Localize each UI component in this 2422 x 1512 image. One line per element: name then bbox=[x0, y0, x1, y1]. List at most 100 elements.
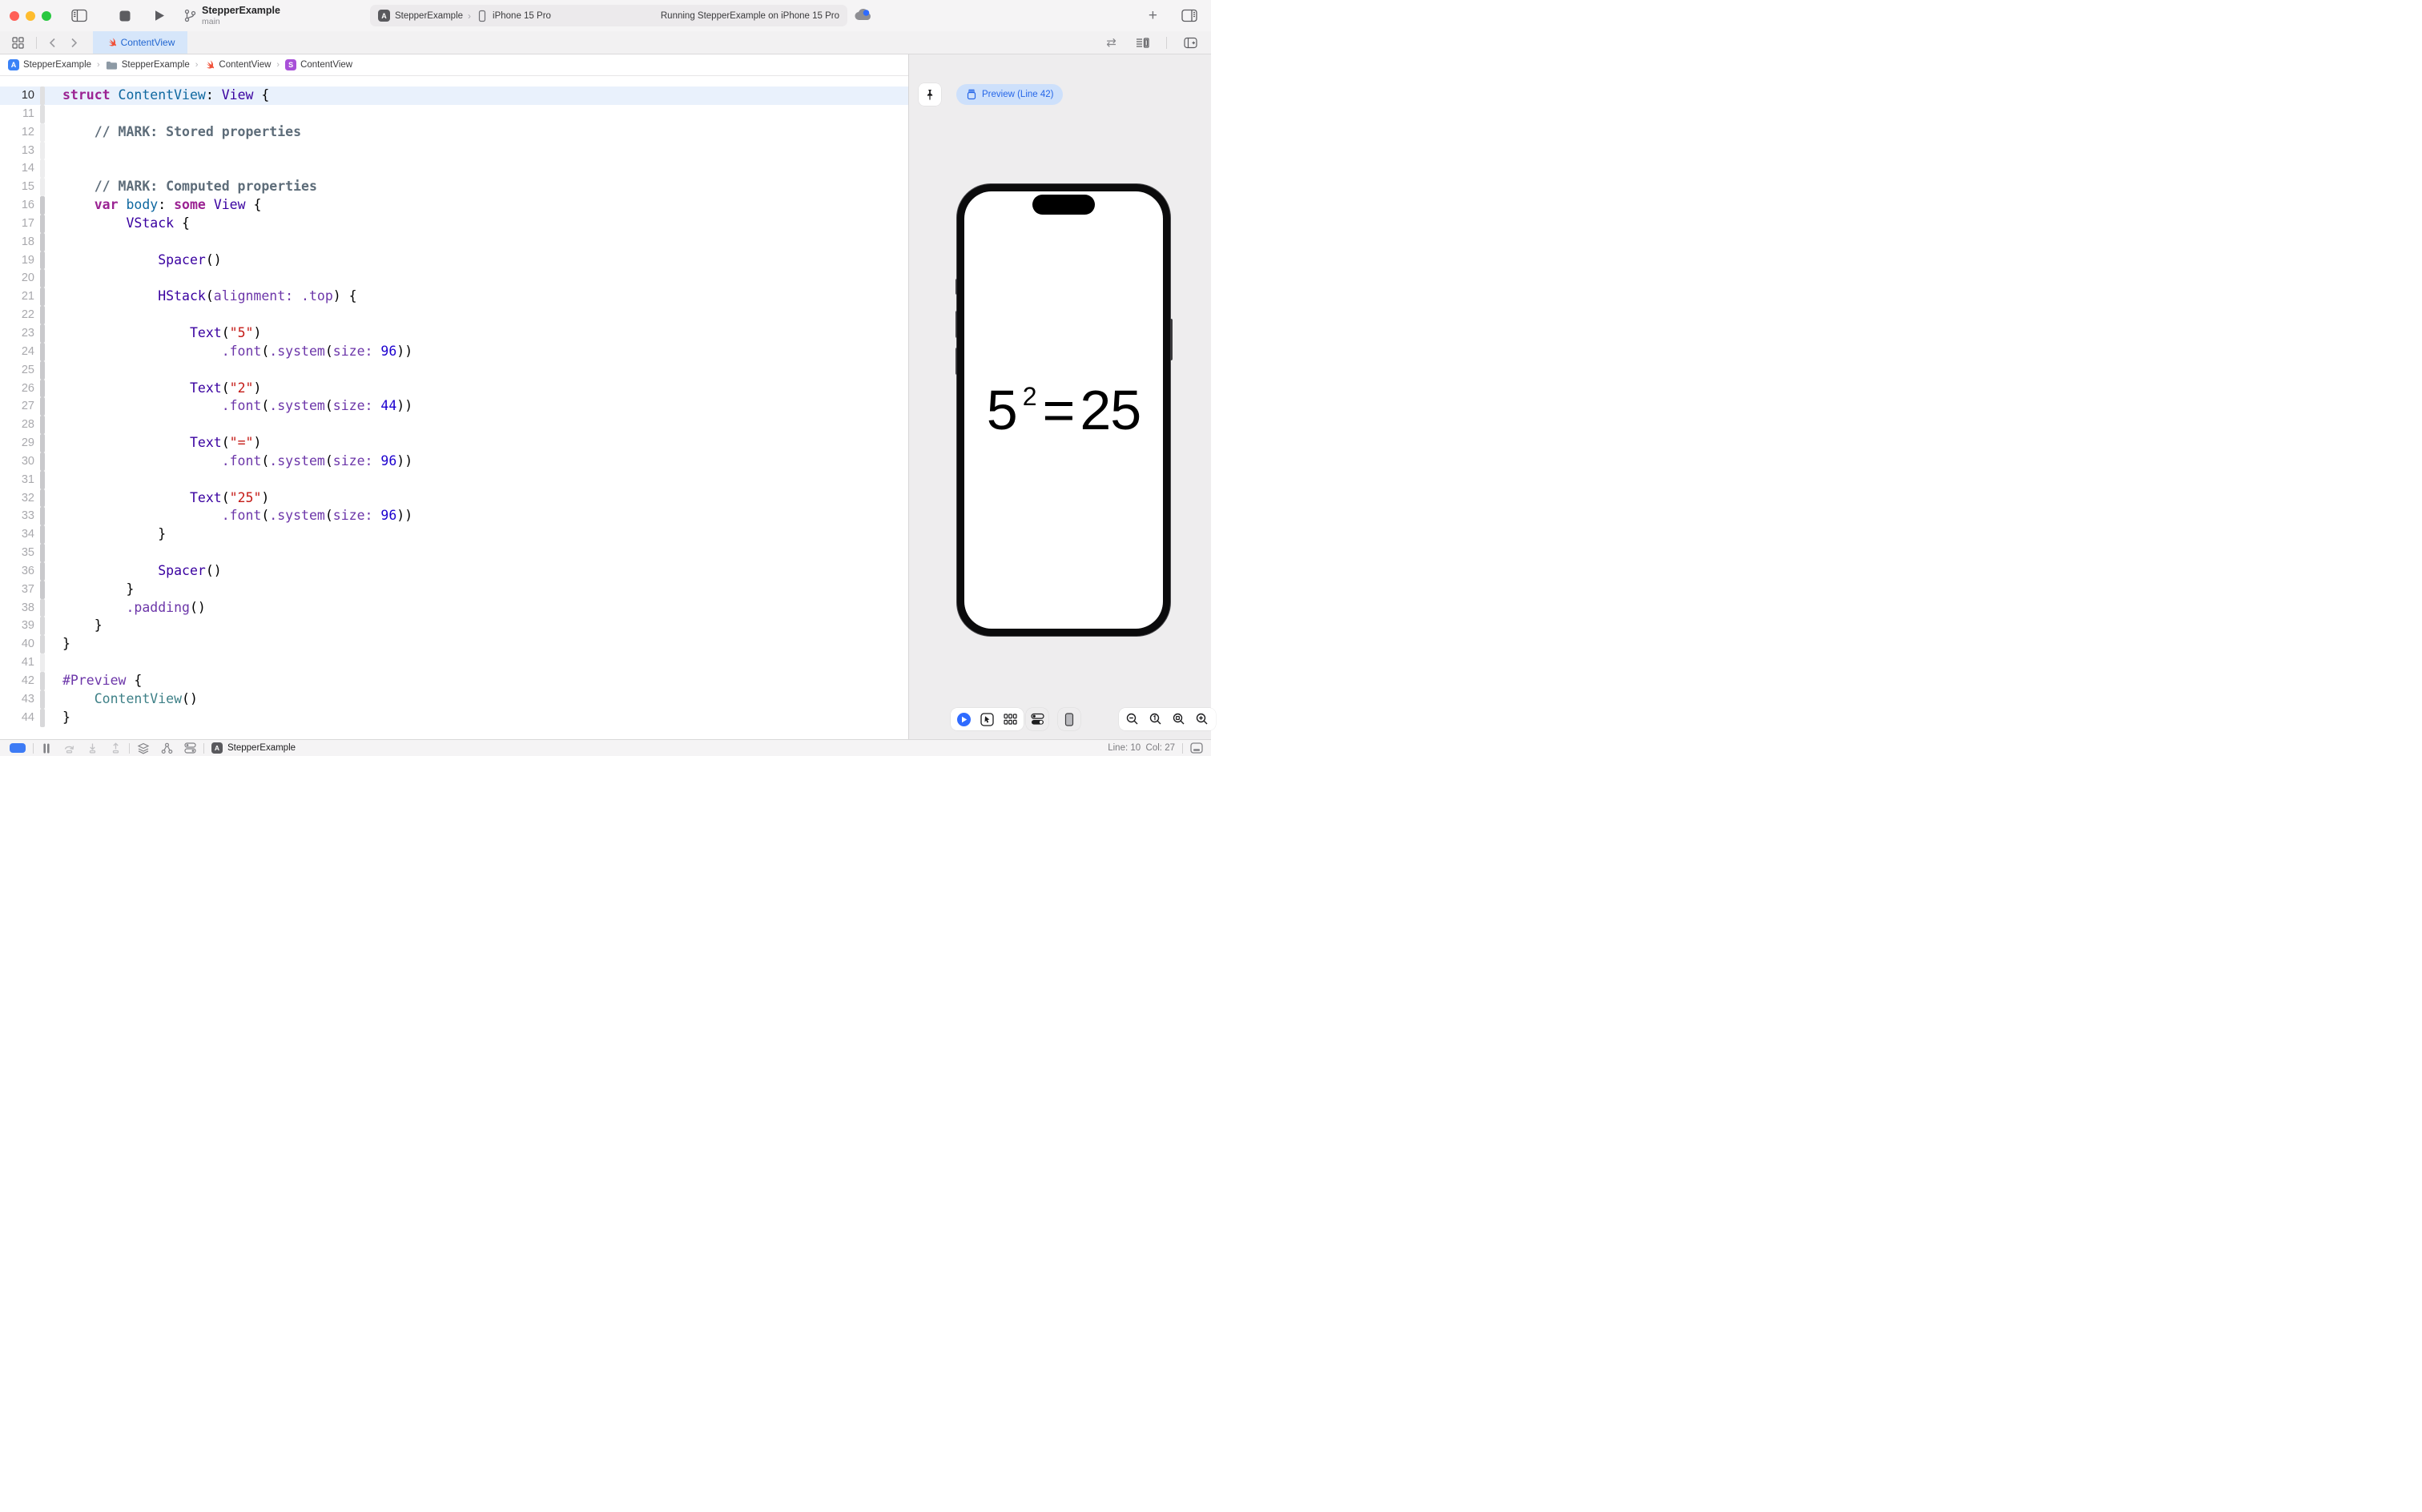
go-back-button[interactable] bbox=[43, 32, 62, 53]
line-number[interactable]: 35 bbox=[0, 544, 40, 562]
line-number[interactable]: 38 bbox=[0, 599, 40, 617]
iphone-preview-device[interactable]: 5 2 = 25 bbox=[955, 184, 1173, 636]
line-number[interactable]: 29 bbox=[0, 434, 40, 452]
step-into-button[interactable] bbox=[86, 742, 99, 754]
jump-bar[interactable]: A StepperExample › StepperExample › Cont… bbox=[0, 54, 908, 76]
code-line[interactable]: 37 } bbox=[0, 580, 908, 599]
code-line[interactable]: 30 .font(.system(size: 96)) bbox=[0, 452, 908, 471]
view-hierarchy-button[interactable] bbox=[137, 742, 150, 754]
code-line[interactable]: 19 Spacer() bbox=[0, 251, 908, 270]
line-number[interactable]: 17 bbox=[0, 215, 40, 233]
editor-layout-button[interactable] bbox=[1190, 742, 1203, 754]
line-number[interactable]: 22 bbox=[0, 306, 40, 324]
add-editor-button[interactable] bbox=[1178, 32, 1203, 53]
code-line[interactable]: 22 bbox=[0, 306, 908, 324]
zoom-fit-button[interactable] bbox=[1173, 713, 1185, 726]
line-number[interactable]: 12 bbox=[0, 123, 40, 142]
line-number[interactable]: 40 bbox=[0, 635, 40, 653]
inspector-toggle-button[interactable] bbox=[1176, 5, 1203, 26]
code-line[interactable]: 11 bbox=[0, 104, 908, 123]
line-number[interactable]: 27 bbox=[0, 397, 40, 416]
preview-line-button[interactable]: Preview (Line 42) bbox=[956, 84, 1064, 105]
zoom-100-button[interactable] bbox=[1149, 713, 1162, 726]
code-line[interactable]: 17 VStack { bbox=[0, 214, 908, 233]
line-number[interactable]: 30 bbox=[0, 452, 40, 471]
code-line[interactable]: 35 bbox=[0, 544, 908, 562]
add-button[interactable]: + bbox=[1143, 5, 1163, 26]
scheme-area[interactable]: StepperExample main bbox=[183, 5, 280, 26]
live-preview-button[interactable] bbox=[957, 712, 971, 726]
code-line[interactable]: 10 struct ContentView: View { bbox=[0, 86, 908, 105]
code-line[interactable]: 44} bbox=[0, 708, 908, 727]
go-forward-button[interactable] bbox=[65, 32, 83, 53]
code-line[interactable]: 36 Spacer() bbox=[0, 561, 908, 581]
breadcrumb-item-file[interactable]: ContentView bbox=[219, 60, 271, 70]
line-number[interactable]: 23 bbox=[0, 324, 40, 343]
editor-options-button[interactable] bbox=[1130, 32, 1155, 53]
line-number[interactable]: 39 bbox=[0, 617, 40, 635]
environment-overrides-button[interactable] bbox=[184, 742, 196, 754]
device-settings-button[interactable] bbox=[1026, 708, 1048, 730]
code-line[interactable]: 42 #Preview { bbox=[0, 672, 908, 690]
line-number[interactable]: 21 bbox=[0, 288, 40, 306]
navigator-toggle-button[interactable] bbox=[66, 6, 93, 26]
line-number[interactable]: 16 bbox=[0, 196, 40, 215]
line-number[interactable]: 19 bbox=[0, 251, 40, 270]
code-line[interactable]: 23 Text("5") bbox=[0, 324, 908, 343]
code-line[interactable]: 24 .font(.system(size: 96)) bbox=[0, 342, 908, 361]
code-line[interactable]: 16 var body: some View { bbox=[0, 196, 908, 215]
source-editor[interactable]: 10 struct ContentView: View {11 12 // MARK… bbox=[0, 76, 908, 739]
code-line[interactable]: 34 } bbox=[0, 525, 908, 545]
breadcrumb-item-symbol[interactable]: ContentView bbox=[300, 60, 352, 70]
code-line[interactable]: 26 Text("2") bbox=[0, 379, 908, 398]
code-line[interactable]: 15 // MARK: Computed properties bbox=[0, 178, 908, 197]
code-line[interactable]: 28 bbox=[0, 416, 908, 435]
breadcrumb-item-project[interactable]: StepperExample bbox=[23, 60, 91, 70]
line-number[interactable]: 32 bbox=[0, 489, 40, 508]
line-number[interactable]: 41 bbox=[0, 653, 40, 672]
line-number[interactable]: 14 bbox=[0, 159, 40, 178]
code-line[interactable]: 29 Text("=") bbox=[0, 434, 908, 452]
line-number[interactable]: 18 bbox=[0, 233, 40, 251]
code-line[interactable]: 13 bbox=[0, 141, 908, 160]
code-line[interactable]: 14 bbox=[0, 159, 908, 179]
code-line[interactable]: 31 bbox=[0, 470, 908, 489]
minimize-window-button[interactable] bbox=[26, 10, 35, 21]
line-number[interactable]: 42 bbox=[0, 672, 40, 690]
zoom-out-button[interactable] bbox=[1126, 713, 1139, 726]
activity-status-bar[interactable]: A StepperExample › iPhone 15 Pro Running… bbox=[370, 5, 847, 26]
code-line[interactable]: 27 .font(.system(size: 44)) bbox=[0, 397, 908, 416]
step-out-button[interactable] bbox=[110, 742, 122, 754]
line-number[interactable]: 44 bbox=[0, 709, 40, 727]
line-number[interactable]: 10 bbox=[0, 86, 40, 105]
code-line[interactable]: 40} bbox=[0, 635, 908, 654]
line-number[interactable]: 26 bbox=[0, 380, 40, 398]
code-line[interactable]: 21 HStack(alignment: .top) { bbox=[0, 288, 908, 307]
code-line[interactable]: 20 bbox=[0, 269, 908, 288]
running-app-label[interactable]: A StepperExample bbox=[211, 742, 296, 754]
code-line[interactable]: 33 .font(.system(size: 96)) bbox=[0, 507, 908, 526]
line-number[interactable]: 28 bbox=[0, 416, 40, 434]
step-over-button[interactable] bbox=[63, 742, 75, 754]
pin-preview-button[interactable] bbox=[919, 83, 941, 106]
stop-button[interactable] bbox=[114, 6, 136, 26]
code-line[interactable]: 32 Text("25") bbox=[0, 489, 908, 508]
zoom-window-button[interactable] bbox=[42, 10, 51, 21]
line-number[interactable]: 15 bbox=[0, 178, 40, 196]
line-number[interactable]: 24 bbox=[0, 343, 40, 361]
code-line[interactable]: 12 // MARK: Stored properties bbox=[0, 123, 908, 142]
breadcrumb-item-group[interactable]: StepperExample bbox=[122, 60, 190, 70]
line-number[interactable]: 33 bbox=[0, 507, 40, 525]
memory-graph-button[interactable] bbox=[161, 742, 173, 754]
line-number[interactable]: 13 bbox=[0, 142, 40, 160]
line-number[interactable]: 36 bbox=[0, 562, 40, 581]
code-line[interactable]: 25 bbox=[0, 360, 908, 380]
preview-device-button[interactable] bbox=[1058, 708, 1080, 730]
code-line[interactable]: 43 ContentView() bbox=[0, 690, 908, 709]
code-line[interactable]: 41 bbox=[0, 653, 908, 672]
code-line[interactable]: 18 bbox=[0, 232, 908, 251]
swap-editor-button[interactable]: ⇄ bbox=[1100, 32, 1122, 53]
line-number[interactable]: 25 bbox=[0, 361, 40, 380]
selectable-mode-button[interactable] bbox=[980, 712, 994, 726]
line-number[interactable]: 34 bbox=[0, 525, 40, 544]
